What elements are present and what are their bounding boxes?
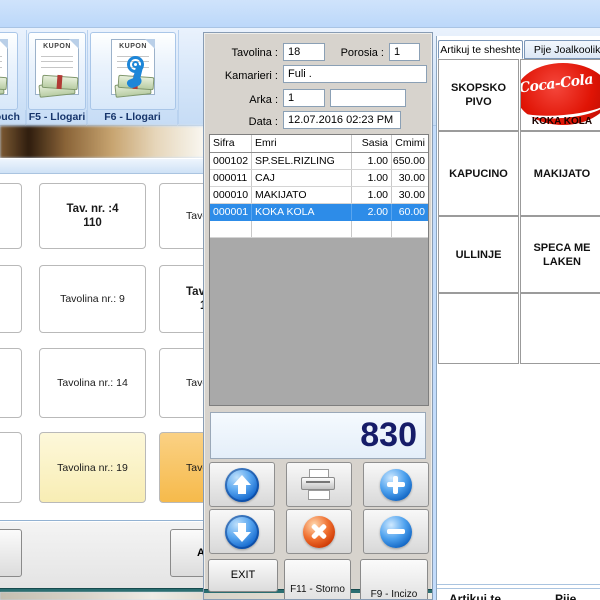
tavolina-label: Tavolina : [208, 46, 278, 60]
product-cell-empty[interactable] [438, 293, 519, 364]
table-button-partial[interactable] [0, 183, 22, 249]
tavolina-input[interactable]: 18 [283, 43, 325, 61]
move-up-button[interactable] [209, 462, 275, 507]
coca-cola-logo: Coca-Cola KOKA KOLA [521, 60, 600, 130]
table-row[interactable]: 000010 MAKIJATO 1.00 30.00 [210, 187, 428, 204]
products-bottom-divider [437, 588, 600, 589]
table-row-empty[interactable] [210, 221, 428, 238]
toolbar-button-f6-llogari-touch[interactable]: KUPON [90, 32, 176, 110]
tables-panel: Tav. nr. :4 110 Tavol Tavolina nr.: 9 Ta… [0, 174, 203, 520]
window-top-bar [0, 0, 600, 28]
toolbar-button-f5-llogari[interactable]: KUPON [28, 32, 86, 110]
move-down-button[interactable] [209, 509, 275, 554]
table-button-right-partial-3[interactable]: Tavoli [159, 348, 203, 418]
table-button-right-partial-2[interactable]: Tav. 1 [159, 265, 203, 333]
table-button-right-partial-4[interactable]: Tavoli [159, 432, 203, 503]
data-input[interactable]: 12.07.2016 02:23 PM [283, 111, 401, 129]
table-button-14[interactable]: Tavolina nr.: 14 [39, 348, 146, 418]
kupon-receipt-icon: KUPON [111, 39, 155, 95]
products-bottom-divider [437, 584, 600, 585]
subtract-item-button[interactable] [363, 509, 429, 554]
tab-pije-joalkoolike[interactable]: Pije Joalkoolike [524, 40, 600, 59]
arka-secondary-input[interactable] [330, 89, 406, 107]
table-button-partial[interactable] [0, 348, 22, 418]
table-button-19[interactable]: Tavolina nr.: 19 [39, 432, 146, 503]
product-cell-empty[interactable] [520, 293, 600, 364]
kupon-receipt-icon: KUPON [0, 39, 8, 95]
products-panel: Artikuj te sheshte Pije Joalkoolike SKOP… [436, 36, 600, 600]
product-cell-makijato[interactable]: MAKIJATO [520, 131, 600, 216]
table-row[interactable]: 000102 SP.SEL.RIZLING 1.00 650.00 [210, 153, 428, 170]
bottom-category-label-partial: Pije [555, 592, 576, 600]
money-icon [37, 76, 79, 96]
f11-storno-label: F11 - Storno [284, 584, 351, 595]
product-cell-ullinje[interactable]: ULLINJE [438, 216, 519, 293]
panel-header-bar [0, 158, 205, 174]
minus-icon [380, 516, 412, 548]
porosia-label: Porosia : [332, 46, 384, 60]
cancel-button[interactable] [286, 509, 352, 554]
toolbar-label-f5: F5 - Llogari [28, 110, 87, 126]
table-button-right-partial-1[interactable]: Tavol [159, 183, 203, 249]
pos-application-window: KUPON KUPON KUPON [0, 0, 600, 600]
add-item-button[interactable] [363, 462, 429, 507]
arka-input[interactable]: 1 [283, 89, 325, 107]
column-header-sifra[interactable]: Sifra [210, 135, 252, 152]
data-label: Data : [208, 115, 278, 129]
column-header-emri[interactable]: Emri [252, 135, 352, 152]
table-header-row: Sifra Emri Sasia Cmimi [210, 135, 428, 153]
touch-hand-icon [125, 56, 151, 92]
plus-icon [380, 469, 412, 501]
table-row-selected[interactable]: 000001 KOKA KOLA 2.00 60.00 [210, 204, 428, 221]
actions-button-partial[interactable] [0, 529, 22, 577]
total-display: 830 [210, 412, 426, 459]
bottom-category-label-partial: Artikuj te [449, 592, 501, 600]
toolbar-label-f6: F6 - Llogari Touch [88, 110, 178, 126]
table-row[interactable]: 000011 CAJ 1.00 30.00 [210, 170, 428, 187]
bottom-wallpaper-strip [0, 592, 203, 600]
kamarieri-label: Kamarieri : [208, 69, 278, 83]
table-button-partial[interactable] [0, 265, 22, 333]
table-button-4[interactable]: Tav. nr. :4 110 [39, 183, 146, 249]
product-cell-koka-kola[interactable]: Coca-Cola KOKA KOLA [520, 59, 600, 131]
order-items-table: Sifra Emri Sasia Cmimi 000102 SP.SEL.RIZ… [209, 134, 429, 406]
print-button[interactable] [286, 462, 352, 507]
arka-label: Arka : [208, 93, 278, 107]
product-cell-kapucino[interactable]: KAPUCINO [438, 131, 519, 216]
column-header-cmimi[interactable]: Cmimi [392, 135, 428, 152]
product-cell-speca-me-laken[interactable]: SPECA ME LAKEN [520, 216, 600, 293]
printer-icon [300, 469, 338, 501]
column-header-sasia[interactable]: Sasia [352, 135, 392, 152]
exit-button[interactable]: EXIT [208, 559, 278, 592]
desktop-wallpaper-band [0, 126, 205, 158]
kupon-receipt-icon: KUPON [35, 39, 79, 95]
down-arrow-icon [225, 515, 259, 549]
tab-artikuj-te-sheshte[interactable]: Artikuj te sheshte [438, 40, 523, 59]
toolbar-label-touch-partial: Touch [0, 110, 26, 126]
kamarieri-input[interactable]: Fuli . [283, 65, 427, 83]
product-cell-skopsko-pivo[interactable]: SKOPSKO PIVO [438, 59, 519, 131]
f9-incizo-label: F9 - Incizo [360, 589, 428, 600]
porosia-input[interactable]: 1 [389, 43, 420, 61]
toolbar-button-touch-partial[interactable]: KUPON [0, 32, 18, 110]
table-button-partial[interactable] [0, 432, 22, 503]
up-arrow-icon [225, 468, 259, 502]
order-panel: Tavolina : 18 Porosia : 1 Kamarieri : Fu… [203, 32, 433, 600]
table-button-9[interactable]: Tavolina nr.: 9 [39, 265, 146, 333]
money-icon [0, 76, 8, 96]
cancel-x-icon [303, 516, 335, 548]
tables-actions-bar: Ar [0, 520, 203, 588]
